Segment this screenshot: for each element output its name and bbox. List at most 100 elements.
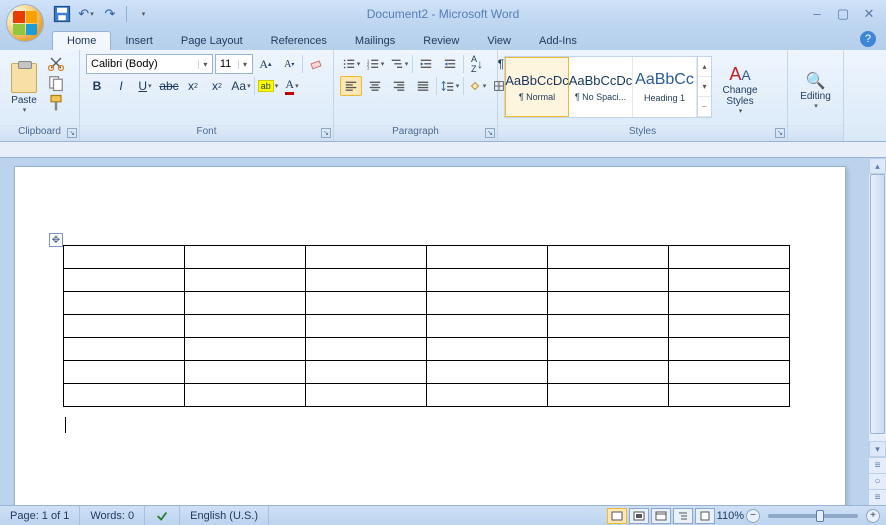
office-logo-icon [13, 11, 37, 35]
window-controls: – ▢ ✕ [808, 6, 886, 22]
table-row[interactable] [64, 292, 790, 315]
font-name-combo[interactable]: Calibri (Body)▾ [86, 54, 213, 74]
find-icon: 🔍 [806, 71, 826, 91]
strikethrough-button[interactable]: abc [158, 76, 180, 96]
align-right-button[interactable] [388, 76, 410, 96]
table-move-handle[interactable]: ✥ [49, 233, 63, 247]
tab-review[interactable]: Review [409, 32, 473, 50]
help-button[interactable]: ? [860, 31, 876, 47]
editing-button[interactable]: 🔍 Editing ▾ [792, 52, 839, 123]
numbering-button[interactable]: 123▾ [364, 54, 386, 74]
restore-button[interactable]: ▢ [834, 6, 852, 22]
scroll-track[interactable] [869, 174, 886, 441]
change-case-button[interactable]: Aa▾ [230, 76, 252, 96]
table-row[interactable] [64, 246, 790, 269]
clipboard-launcher[interactable]: ↘ [67, 128, 77, 138]
scroll-up-button[interactable]: ▴ [869, 158, 886, 174]
outdent-icon [419, 57, 433, 71]
zoom-slider-knob[interactable] [816, 510, 824, 522]
status-proofing[interactable] [145, 506, 180, 525]
format-painter-button[interactable] [46, 94, 66, 112]
multilevel-list-button[interactable]: ▾ [388, 54, 410, 74]
print-layout-icon [611, 511, 623, 521]
cut-button[interactable] [46, 54, 66, 72]
zoom-level[interactable]: 110% [717, 510, 744, 522]
grow-font-button[interactable]: A▴ [255, 54, 277, 74]
qat-undo[interactable]: ↶▾ [76, 4, 96, 24]
status-words[interactable]: Words: 0 [80, 506, 145, 525]
justify-button[interactable] [412, 76, 434, 96]
style-normal[interactable]: AaBbCcDc¶ Normal [505, 57, 569, 117]
style-name: Heading 1 [635, 93, 694, 103]
scroll-down-button[interactable]: ▾ [869, 441, 886, 457]
tab-home[interactable]: Home [52, 31, 111, 50]
table-row[interactable] [64, 361, 790, 384]
bullets-button[interactable]: ▾ [340, 54, 362, 74]
subscript-button[interactable]: x2 [182, 76, 204, 96]
table-row[interactable] [64, 315, 790, 338]
view-outline[interactable] [673, 508, 693, 524]
paste-button[interactable]: Paste ▾ [4, 52, 44, 123]
view-draft[interactable] [695, 508, 715, 524]
zoom-out-button[interactable]: − [746, 509, 760, 523]
qat-redo[interactable]: ↷ [100, 4, 120, 24]
browse-object-button[interactable]: ○ [869, 473, 886, 489]
font-color-button[interactable]: A▾ [281, 76, 303, 96]
scroll-thumb[interactable] [870, 174, 885, 434]
gallery-scroll[interactable]: ▴▾⎯ [697, 57, 711, 117]
bold-button[interactable]: B [86, 76, 108, 96]
vertical-scrollbar[interactable]: ▴ ▾ ≡ ○ ≡ [868, 158, 886, 505]
tab-references[interactable]: References [257, 32, 341, 50]
sort-button[interactable]: AZ↓ [466, 54, 488, 74]
styles-gallery: AaBbCcDc¶ Normal AaBbCcDc¶ No Spaci... A… [504, 56, 712, 118]
horizontal-ruler[interactable] [0, 142, 886, 158]
tab-insert[interactable]: Insert [111, 32, 167, 50]
tab-mailings[interactable]: Mailings [341, 32, 409, 50]
zoom-slider[interactable] [768, 514, 858, 518]
font-size-combo[interactable]: 11▾ [215, 54, 253, 74]
view-print-layout[interactable] [607, 508, 627, 524]
qat-customize[interactable]: ▾ [133, 4, 153, 24]
next-page-button[interactable]: ≡ [869, 489, 886, 505]
zoom-in-button[interactable]: + [866, 509, 880, 523]
shading-button[interactable]: ▾ [466, 76, 488, 96]
office-button[interactable] [6, 4, 44, 42]
table-row[interactable] [64, 338, 790, 361]
shrink-font-button[interactable]: A▾ [278, 54, 300, 74]
font-launcher[interactable]: ↘ [321, 128, 331, 138]
align-left-icon [344, 79, 358, 93]
page-viewport[interactable]: ✥ [0, 158, 868, 505]
tab-page-layout[interactable]: Page Layout [167, 32, 257, 50]
close-button[interactable]: ✕ [860, 6, 878, 22]
prev-page-button[interactable]: ≡ [869, 457, 886, 473]
paragraph-launcher[interactable]: ↘ [485, 128, 495, 138]
minimize-button[interactable]: – [808, 6, 826, 22]
superscript-button[interactable]: x2 [206, 76, 228, 96]
styles-launcher[interactable]: ↘ [775, 128, 785, 138]
qat-save[interactable] [52, 4, 72, 24]
decrease-indent-button[interactable] [415, 54, 437, 74]
style-heading-1[interactable]: AaBbCcHeading 1 [633, 57, 697, 117]
italic-button[interactable]: I [110, 76, 132, 96]
align-left-button[interactable] [340, 76, 362, 96]
change-styles-button[interactable]: AA Change Styles ▾ [716, 56, 764, 123]
underline-button[interactable]: U▾ [134, 76, 156, 96]
save-icon [52, 4, 72, 24]
tab-view[interactable]: View [473, 32, 525, 50]
view-full-screen[interactable] [629, 508, 649, 524]
table-row[interactable] [64, 384, 790, 407]
tab-add-ins[interactable]: Add-Ins [525, 32, 591, 50]
copy-button[interactable] [46, 74, 66, 92]
page[interactable]: ✥ [14, 166, 846, 505]
align-center-button[interactable] [364, 76, 386, 96]
highlight-button[interactable]: ab▾ [257, 76, 279, 96]
status-language[interactable]: English (U.S.) [180, 506, 269, 525]
clear-formatting-button[interactable] [305, 54, 327, 74]
document-table[interactable] [63, 245, 790, 407]
table-row[interactable] [64, 269, 790, 292]
style-no-spacing[interactable]: AaBbCcDc¶ No Spaci... [569, 57, 633, 117]
view-web-layout[interactable] [651, 508, 671, 524]
status-page[interactable]: Page: 1 of 1 [0, 506, 80, 525]
increase-indent-button[interactable] [439, 54, 461, 74]
line-spacing-button[interactable]: ▾ [439, 76, 461, 96]
